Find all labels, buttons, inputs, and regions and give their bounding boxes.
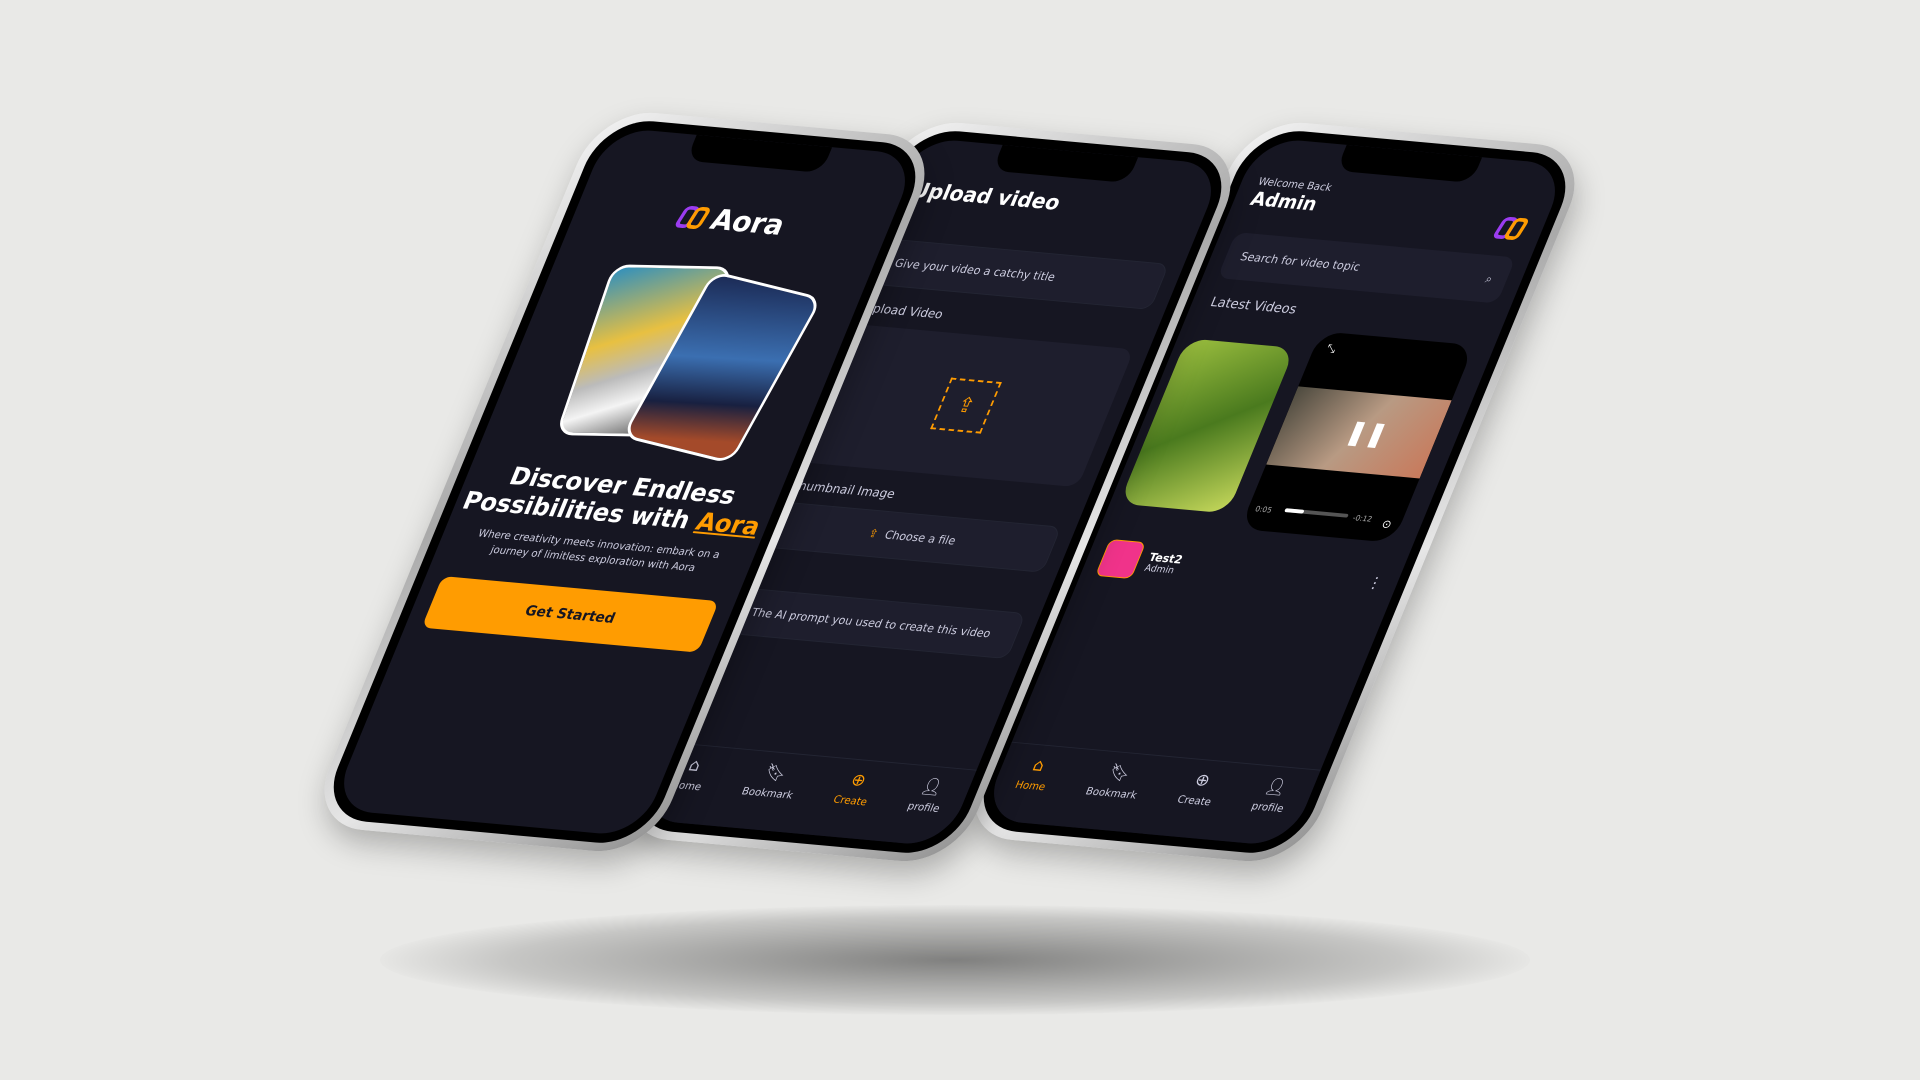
hero-cards bbox=[478, 236, 874, 475]
choose-file-label: Choose a file bbox=[882, 528, 958, 548]
elapsed-time: 0:05 bbox=[1253, 504, 1274, 515]
plus-circle-icon: ⊕ bbox=[847, 770, 870, 791]
profile-icon: 👤︎ bbox=[1261, 776, 1291, 798]
more-options-icon[interactable]: ⊙ bbox=[1380, 517, 1394, 531]
kebab-menu-icon[interactable]: ⋮ bbox=[1364, 573, 1386, 592]
search-input[interactable]: Search for video topic ⌕ bbox=[1217, 232, 1516, 304]
tab-label: Create bbox=[1175, 793, 1214, 809]
tab-label: Create bbox=[831, 793, 870, 809]
tab-bookmark[interactable]: 🔖︎ Bookmark bbox=[1071, 762, 1148, 832]
tab-profile[interactable]: 👤︎ profile bbox=[893, 777, 951, 845]
search-icon[interactable]: ⌕ bbox=[1483, 272, 1495, 286]
headline-highlight: Aora bbox=[691, 508, 765, 542]
tab-bar: ⌂ Home 🔖︎ Bookmark ⊕ Create 👤︎ profile bbox=[980, 741, 1321, 847]
tab-bookmark[interactable]: 🔖︎ Bookmark bbox=[727, 762, 804, 832]
plus-circle-icon: ⊕ bbox=[1191, 770, 1214, 791]
upload-icon: ⇪ bbox=[930, 377, 1002, 434]
logo-icon bbox=[1491, 216, 1531, 242]
home-icon: ⌂ bbox=[1029, 755, 1048, 776]
ai-prompt-input[interactable]: The AI prompt you used to create this vi… bbox=[727, 587, 1027, 660]
upload-icon: ⇪ bbox=[866, 526, 881, 541]
get-started-button[interactable]: Get Started bbox=[421, 576, 719, 653]
search-placeholder: Search for video topic bbox=[1238, 249, 1363, 274]
bookmark-icon: 🔖︎ bbox=[761, 762, 790, 784]
tab-create[interactable]: ⊕ Create bbox=[1163, 770, 1223, 838]
floor-shadow bbox=[380, 905, 1530, 1015]
bookmark-icon: 🔖︎ bbox=[1105, 762, 1134, 784]
logo-text: Aora bbox=[705, 203, 790, 243]
remaining-time: -0:12 bbox=[1351, 513, 1374, 524]
notch bbox=[686, 134, 833, 173]
tab-label: Bookmark bbox=[739, 784, 796, 802]
tab-profile[interactable]: 👤︎ profile bbox=[1237, 777, 1295, 845]
avatar bbox=[1094, 539, 1147, 580]
progress-bar[interactable] bbox=[1284, 508, 1349, 518]
fullscreen-icon[interactable]: ⤡ bbox=[1324, 342, 1338, 357]
logo-icon bbox=[673, 205, 713, 231]
tab-label: Bookmark bbox=[1083, 784, 1140, 802]
tab-label: profile bbox=[1249, 799, 1286, 815]
tab-label: profile bbox=[905, 799, 942, 815]
tab-create[interactable]: ⊕ Create bbox=[819, 770, 879, 838]
tab-label: Home bbox=[1013, 778, 1048, 794]
video-title-input[interactable]: Give your video a catchy title bbox=[870, 238, 1170, 310]
tab-home[interactable]: ⌂ Home bbox=[1001, 755, 1057, 824]
profile-icon: 👤︎ bbox=[917, 776, 947, 798]
